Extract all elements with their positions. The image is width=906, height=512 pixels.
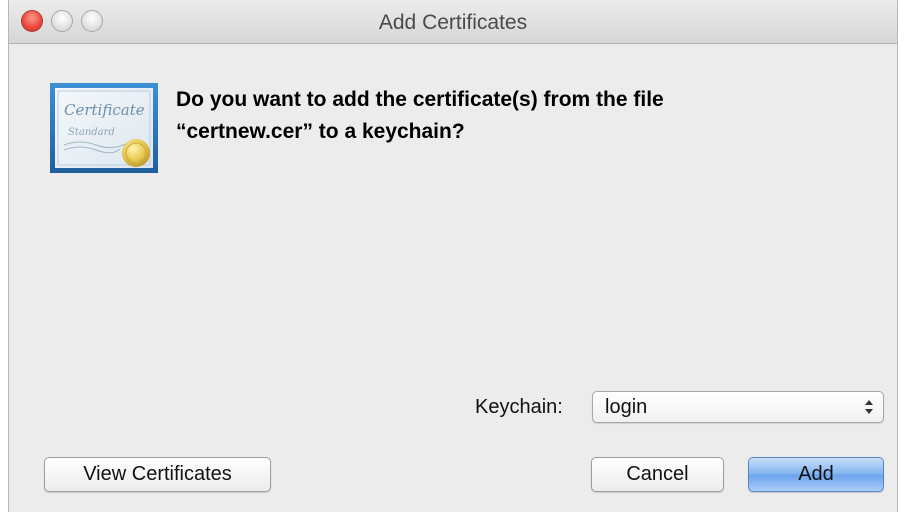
window-title: Add Certificates bbox=[378, 11, 528, 34]
dialog-message-line1: Do you want to add the certificate(s) fr… bbox=[176, 88, 664, 111]
certificate-icon-subtitle: Standard bbox=[68, 127, 115, 138]
keychain-selected-value: login bbox=[605, 396, 648, 418]
dialog-message: Do you want to add the certificate(s) fr… bbox=[176, 84, 856, 148]
certificate-icon: Certificate Standard bbox=[50, 83, 158, 173]
add-certificates-dialog: Add Certificates Certificate Standard Do… bbox=[8, 0, 898, 512]
keychain-label: Keychain: bbox=[475, 396, 563, 418]
title-bar[interactable]: Add Certificates bbox=[9, 0, 897, 44]
dialog-message-line2: “certnew.cer” to a keychain? bbox=[176, 120, 465, 143]
add-button[interactable]: Add bbox=[748, 457, 884, 492]
cancel-button[interactable]: Cancel bbox=[591, 457, 724, 492]
certificate-icon-title: Certificate bbox=[64, 101, 145, 119]
view-certificates-button[interactable]: View Certificates bbox=[44, 457, 271, 492]
keychain-select[interactable]: login bbox=[592, 391, 884, 423]
updown-arrows-icon bbox=[863, 397, 875, 417]
